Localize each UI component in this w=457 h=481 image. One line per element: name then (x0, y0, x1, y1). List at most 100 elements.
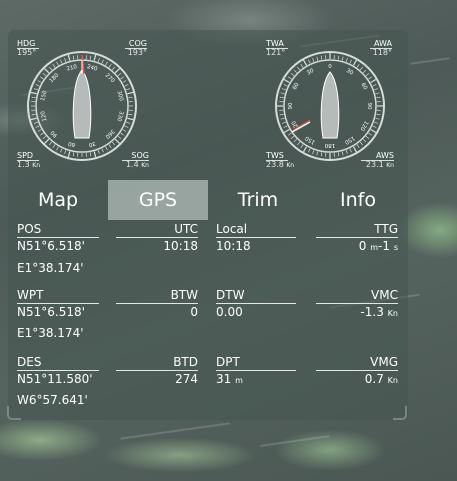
dial-number: 150 (304, 134, 317, 145)
dial-number: 60 (292, 82, 301, 91)
dial-tick (316, 56, 319, 61)
dial-tick (365, 135, 370, 140)
dial-tick (117, 72, 122, 77)
dial-tick (349, 148, 352, 153)
pos-lon: E1°38.174' (17, 261, 84, 275)
boat-icon (320, 71, 340, 139)
dial-number: 270 (104, 73, 116, 85)
dial-tick (279, 113, 284, 116)
dial-number: 210 (66, 64, 78, 73)
dial-tick (337, 152, 340, 157)
wpt-lat: N51°6.518' (17, 305, 85, 319)
dial-tick (44, 68, 50, 74)
dial-tick (302, 146, 308, 153)
dial-tick (128, 96, 133, 99)
dial-tick (356, 64, 360, 68)
dial-tick (283, 125, 288, 128)
tab-bar: Map GPS Trim Info (8, 180, 408, 220)
dial-tick (316, 151, 319, 156)
tab-info[interactable]: Info (308, 180, 408, 220)
dial-tick (341, 56, 344, 61)
dial-tick (33, 121, 38, 124)
dial-tick (120, 132, 124, 136)
dial-tick (40, 76, 44, 80)
local-header: Local (216, 222, 296, 238)
dial-number: 0 (328, 64, 332, 70)
dial-number: 360 (103, 128, 115, 140)
dial-tick (60, 148, 63, 153)
dial-tick (375, 117, 380, 120)
dial-tick (72, 55, 75, 60)
dial-tick (93, 54, 97, 61)
dial-tick (281, 88, 286, 91)
dial-tick (33, 88, 38, 91)
dial-tick (42, 135, 47, 140)
btw-value: 0 (190, 305, 198, 319)
dial-tick (372, 84, 377, 87)
dial-tick (93, 151, 97, 158)
local-value: 10:18 (216, 239, 251, 253)
dial-tick (365, 72, 370, 77)
dial-tick (52, 144, 56, 148)
dial-tick (370, 128, 377, 134)
dial-tick (280, 117, 285, 120)
dial-tick (35, 84, 40, 87)
utc-header: UTC (116, 222, 198, 238)
dial-tick (349, 59, 352, 64)
dtw-value: 0.00 (216, 305, 243, 319)
resize-corner-right[interactable] (393, 406, 407, 420)
dial-number: 30 (345, 68, 354, 77)
dial-tick (280, 92, 285, 95)
dial-tick (290, 135, 295, 140)
vmc-value: -1.3 Kn (360, 305, 398, 319)
pos-header: POS (17, 222, 99, 238)
dial-tick (37, 80, 42, 83)
dial-tick (290, 72, 295, 77)
dial-tick (288, 132, 292, 136)
dial-number: 120 (40, 110, 49, 122)
tab-gps[interactable]: GPS (108, 180, 208, 220)
dial-tick (126, 121, 131, 124)
dial-tick (56, 146, 59, 151)
dial-number: 180 (49, 72, 61, 84)
dial-tick (293, 138, 298, 143)
dial-tick (67, 151, 71, 158)
dial-tick (97, 57, 100, 62)
dial-tick (368, 76, 372, 80)
dial-tick (31, 113, 36, 116)
wpt-lon: E1°38.174' (17, 326, 84, 340)
dial-tick (283, 128, 290, 134)
dial-tick (372, 125, 377, 128)
dial-tick (124, 125, 129, 128)
dial-tick (368, 132, 372, 136)
dial-number: 60 (67, 140, 76, 148)
dial-tick (60, 59, 63, 64)
dial-number: 300 (115, 90, 124, 102)
des-lon: W6°57.641' (17, 393, 88, 407)
wpt-header: WPT (17, 288, 99, 304)
dial-tick (40, 132, 44, 136)
dial-tick (359, 66, 364, 71)
dial-number: 90 (366, 103, 372, 110)
dial-tick (126, 88, 131, 91)
dial-tick (67, 54, 71, 61)
dial-tick (128, 113, 133, 116)
btd-header: BTD (116, 355, 198, 371)
dial-number: 150 (40, 90, 49, 102)
dial-tick (56, 61, 59, 66)
dial-tick (362, 138, 367, 143)
des-lat: N51°11.580' (17, 372, 93, 386)
dial-tick (120, 76, 124, 80)
dial-tick (101, 59, 104, 64)
dial-tick (122, 129, 127, 132)
dial-number: 120 (358, 119, 369, 132)
dial-tick (370, 78, 377, 84)
tab-map[interactable]: Map (8, 180, 108, 220)
dial-number: 150 (343, 135, 356, 146)
dial-tick (35, 125, 40, 128)
tab-trim[interactable]: Trim (208, 180, 308, 220)
des-header: DES (17, 355, 99, 371)
dpt-header: DPT (216, 355, 296, 371)
dial-number: 90 (288, 102, 294, 109)
utc-value: 10:18 (163, 239, 198, 253)
